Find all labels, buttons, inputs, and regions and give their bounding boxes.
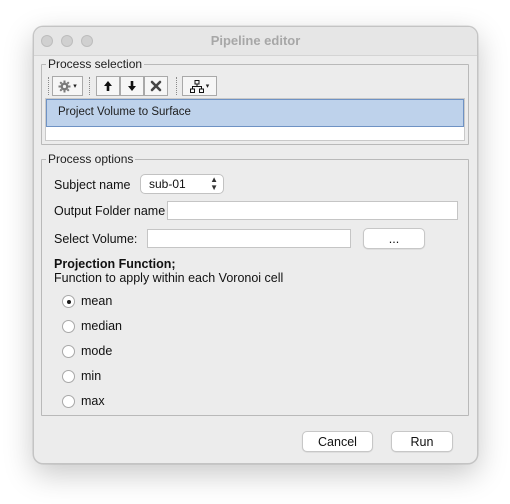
process-list-item[interactable]: Project Volume to Surface — [46, 99, 464, 127]
chevron-down-icon: ▾ — [73, 83, 77, 90]
stepper-arrows-icon: ▲ ▼ — [210, 175, 218, 192]
subject-name-combobox[interactable]: sub-01 ▲ ▼ — [140, 174, 224, 194]
title-bar[interactable]: Pipeline editor — [34, 27, 477, 56]
radio-label: mode — [81, 344, 113, 358]
subject-name-value: sub-01 — [149, 177, 186, 191]
move-down-button[interactable] — [120, 76, 144, 96]
pipeline-editor-window: Pipeline editor Process selection ▾ ▾ Pr… — [33, 26, 478, 464]
radio-button[interactable] — [62, 345, 75, 358]
projection-function-subtitle: Function to apply within each Voronoi ce… — [54, 271, 284, 285]
radio-button[interactable] — [62, 320, 75, 333]
arrow-up-icon — [104, 81, 112, 91]
toolbar-separator — [176, 77, 177, 95]
process-options-legend: Process options — [48, 152, 134, 166]
window-title: Pipeline editor — [210, 33, 301, 48]
output-folder-label: Output Folder name — [54, 204, 166, 218]
move-up-button[interactable] — [96, 76, 120, 96]
subject-name-label: Subject name — [54, 178, 131, 192]
arrow-down-icon — [128, 81, 136, 91]
radio-label: max — [81, 394, 105, 408]
radio-button[interactable] — [62, 395, 75, 408]
hierarchy-menu-button[interactable]: ▾ — [182, 76, 217, 96]
toolbar-separator — [89, 77, 90, 95]
radio-label: median — [81, 319, 122, 333]
process-list[interactable]: Project Volume to Surface — [45, 98, 465, 141]
cancel-button[interactable]: Cancel — [302, 431, 373, 452]
radio-label: min — [81, 369, 102, 383]
radio-label: mean — [81, 294, 113, 308]
projection-function-title: Projection Function; — [54, 257, 176, 271]
toolbar-grip — [48, 77, 49, 95]
gear-menu-button[interactable]: ▾ — [52, 76, 83, 96]
hierarchy-icon — [189, 79, 204, 93]
remove-process-button[interactable] — [144, 76, 168, 96]
gear-icon — [58, 80, 71, 92]
radio-button[interactable] — [62, 295, 75, 308]
chevron-down-icon: ▾ — [205, 83, 210, 90]
radio-button[interactable] — [62, 370, 75, 383]
run-button[interactable]: Run — [391, 431, 453, 452]
select-volume-label: Select Volume: — [54, 232, 138, 246]
delete-x-icon — [150, 80, 162, 92]
process-selection-legend: Process selection — [48, 57, 143, 71]
output-folder-field[interactable] — [167, 201, 458, 220]
browse-volume-button[interactable]: ... — [363, 228, 425, 249]
select-volume-field[interactable] — [147, 229, 351, 248]
